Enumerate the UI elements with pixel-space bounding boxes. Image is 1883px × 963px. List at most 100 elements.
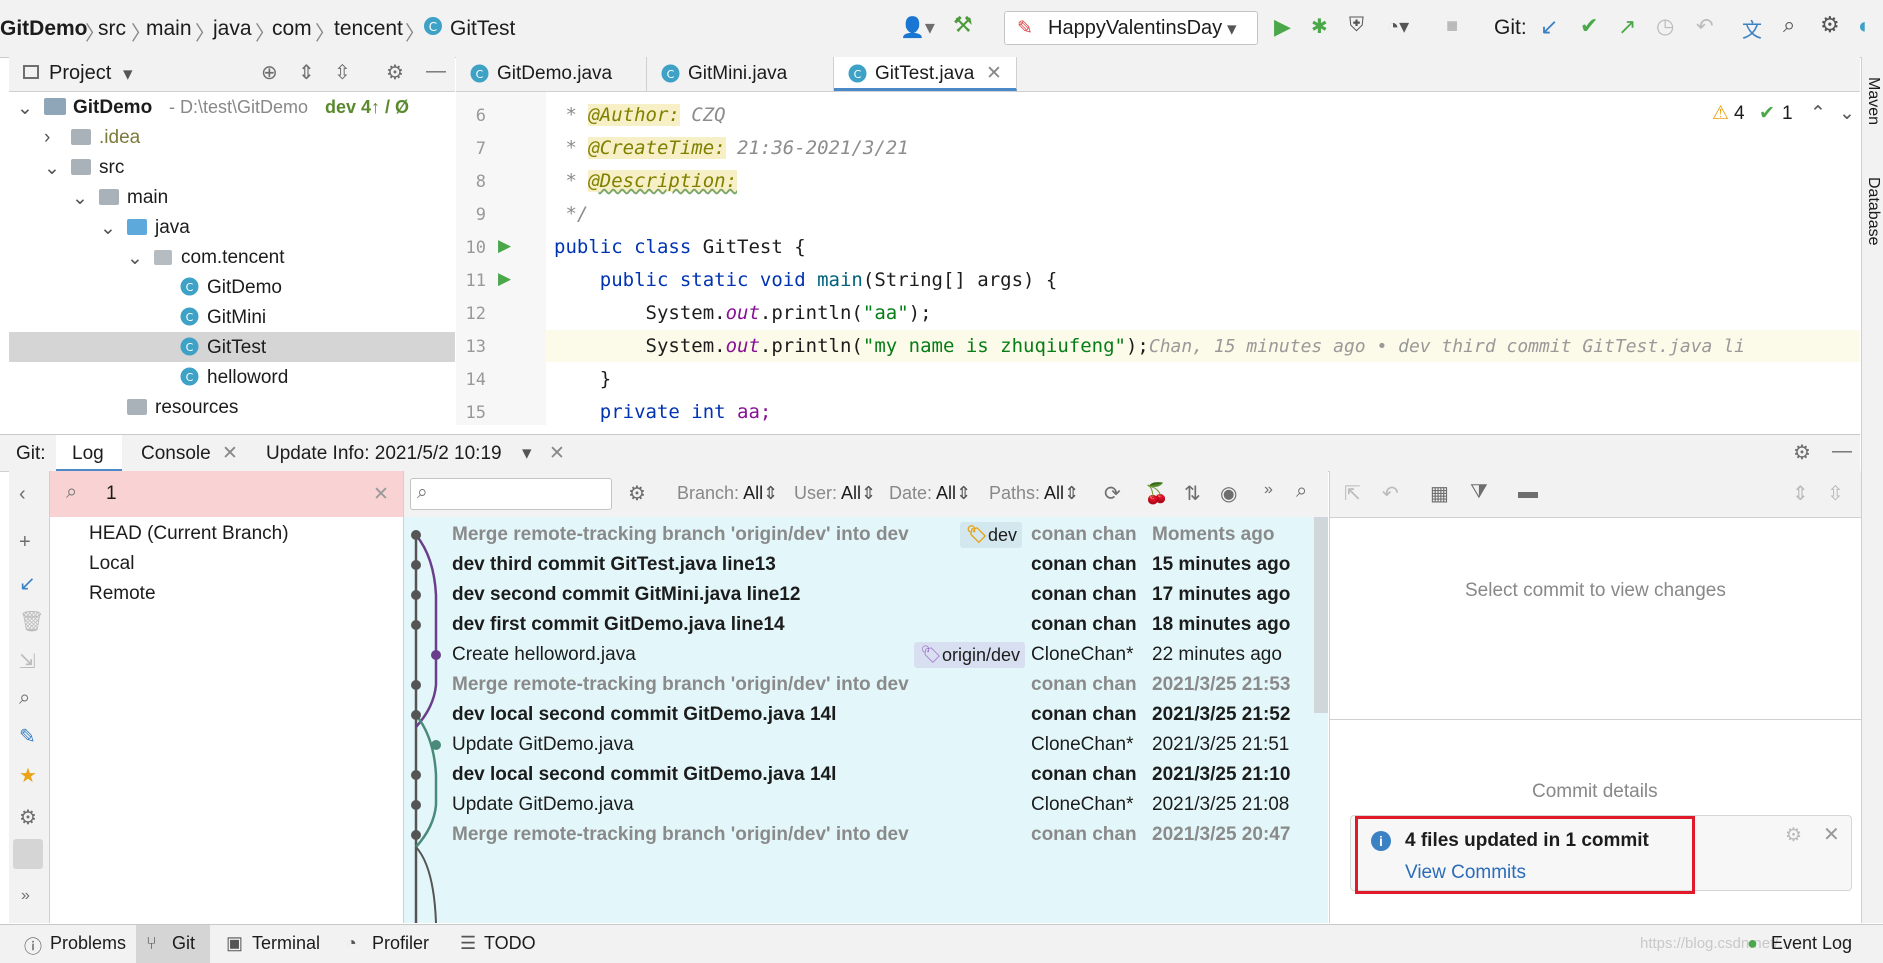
eye-icon[interactable]: ◉ xyxy=(1220,481,1237,506)
close-icon[interactable]: ✕ xyxy=(222,442,238,465)
back-arrow-icon[interactable]: ‹ xyxy=(19,483,26,506)
view-commits-link[interactable]: View Commits xyxy=(1405,862,1526,884)
close-icon[interactable]: ✕ xyxy=(986,62,1002,85)
breadcrumb-main[interactable]: main xyxy=(146,17,192,41)
expand-all-icon[interactable]: ⇕ xyxy=(298,60,315,85)
next-highlight-icon[interactable]: ⌄ xyxy=(1839,102,1855,125)
expand-all-icon[interactable]: ⇕ xyxy=(1792,481,1809,506)
tree-item-resources[interactable]: resources xyxy=(9,392,455,422)
chevron-down-icon[interactable]: ⌄ xyxy=(127,247,143,270)
tree-item-gitmini[interactable]: C GitMini xyxy=(9,302,455,332)
editor-tab-gittest[interactable]: C GitTest.java ✕ xyxy=(834,57,1017,91)
layout-icon[interactable]: ▬ xyxy=(1518,481,1538,504)
checkout-icon[interactable]: ✎ xyxy=(19,724,36,749)
editor-tab-gitmini[interactable]: C GitMini.java xyxy=(647,57,834,91)
run-gutter-icon[interactable]: ▶ xyxy=(498,269,511,289)
editor-tab-gitdemo[interactable]: C GitDemo.java xyxy=(456,57,647,91)
branch-search-field[interactable]: ⌕ 1 ✕ xyxy=(50,471,403,517)
more-chevron-icon[interactable]: » xyxy=(21,887,30,905)
group-by-icon[interactable]: ▦ xyxy=(1430,481,1449,506)
cherry-pick-icon[interactable]: 🍒 xyxy=(1144,481,1169,506)
delete-trash-icon[interactable]: 🗑 xyxy=(19,609,44,634)
settings-gear-icon[interactable]: ⚙ xyxy=(628,481,646,506)
branches-panel-toggle-icon[interactable] xyxy=(13,839,43,869)
user-icon[interactable]: 👤▾ xyxy=(900,15,935,40)
close-icon[interactable]: ✕ xyxy=(1823,822,1840,847)
refresh-icon[interactable]: ⟳ xyxy=(1104,481,1121,506)
favorite-star-icon[interactable]: ★ xyxy=(19,763,37,788)
locate-target-icon[interactable]: ⊕ xyxy=(261,60,278,85)
hide-panel-icon[interactable]: — xyxy=(426,60,446,83)
project-panel-title[interactable]: Project xyxy=(49,62,111,85)
filter-date[interactable]: Date: All⇕ xyxy=(889,483,971,504)
tree-item-main[interactable]: ⌄ main xyxy=(9,182,455,212)
tab-log[interactable]: Log xyxy=(56,435,122,472)
settings-gear-icon[interactable]: ⚙ xyxy=(1785,824,1802,847)
filter-user[interactable]: User: All⇕ xyxy=(794,483,876,504)
settings-gear-icon[interactable]: ⚙ xyxy=(386,60,404,85)
tree-item-gittest[interactable]: C GitTest xyxy=(9,332,455,362)
add-icon[interactable]: + xyxy=(19,531,31,554)
build-hammer-icon[interactable]: ⚒ xyxy=(953,12,973,38)
update-arrow-icon[interactable]: ↙ xyxy=(19,571,36,596)
settings-gear-icon[interactable]: ⚙ xyxy=(1820,12,1840,38)
chevron-down-icon[interactable]: ⌄ xyxy=(17,97,33,120)
filter-paths[interactable]: Paths: All⇕ xyxy=(989,483,1079,504)
profile-icon[interactable]: ◔▾ xyxy=(1387,14,1409,39)
more-chevron-icon[interactable]: » xyxy=(1264,481,1273,499)
revert-icon[interactable]: ↶ xyxy=(1382,481,1399,506)
breadcrumb-tencent[interactable]: tencent xyxy=(334,17,403,41)
chevron-down-icon[interactable]: ⌄ xyxy=(44,157,60,180)
tool-tab-profiler[interactable]: ◔ Profiler xyxy=(344,925,434,963)
git-commit-check-icon[interactable]: ✔ xyxy=(1580,13,1598,39)
run-gutter-icon[interactable]: ▶ xyxy=(498,236,511,256)
tool-tab-terminal[interactable]: ▣ Terminal xyxy=(224,925,324,963)
clear-search-icon[interactable]: ✕ xyxy=(373,483,389,506)
search-icon[interactable]: ⌕ xyxy=(19,687,30,710)
tab-console[interactable]: Console xyxy=(141,443,211,465)
stop-icon[interactable]: ■ xyxy=(1446,15,1458,38)
history-clock-icon[interactable]: ◷ xyxy=(1656,14,1674,39)
run-config-select[interactable]: ✎ HappyValentinsDay ▾ xyxy=(1004,11,1258,45)
prev-highlight-icon[interactable]: ⌃ xyxy=(1810,102,1826,125)
tree-item-idea[interactable]: › .idea xyxy=(9,122,455,152)
run-icon[interactable]: ▶ xyxy=(1274,14,1291,40)
filter-funnel-icon[interactable]: ⧩ xyxy=(1470,481,1488,504)
breadcrumb-src[interactable]: src xyxy=(98,17,126,41)
settings-gear-icon[interactable]: ⚙ xyxy=(1793,440,1811,465)
tool-tab-todo[interactable]: ☰ TODO xyxy=(458,925,538,963)
log-search-input[interactable]: ⌕ xyxy=(410,478,612,510)
collapse-icon[interactable]: ⇱ xyxy=(1344,481,1361,506)
maven-tool-tab[interactable]: Maven xyxy=(1864,77,1882,125)
coverage-shield-icon[interactable]: ⛨ xyxy=(1349,14,1364,37)
translate-icon[interactable]: 文 xyxy=(1742,14,1762,43)
tree-item-gitdemo[interactable]: C GitDemo xyxy=(9,272,455,302)
log-scrollbar[interactable] xyxy=(1314,517,1328,713)
debug-bug-icon[interactable]: ✱ xyxy=(1311,14,1328,39)
rollback-icon[interactable]: ↶ xyxy=(1696,14,1714,39)
close-icon[interactable]: ✕ xyxy=(549,442,565,465)
hide-panel-icon[interactable]: — xyxy=(1832,440,1852,463)
collapse-all-icon[interactable]: ⇳ xyxy=(334,60,351,85)
git-update-icon[interactable]: ↙ xyxy=(1540,14,1558,40)
tool-tab-event-log[interactable]: ● Event Log xyxy=(1745,925,1865,963)
git-push-icon[interactable]: ↗ xyxy=(1618,14,1636,40)
commit-row[interactable]: Merge remote-tracking branch 'origin/dev… xyxy=(404,817,1310,853)
branch-item-remote[interactable]: Remote xyxy=(89,583,156,605)
settings-gear-icon[interactable]: ⚙ xyxy=(19,805,37,830)
collapse-all-icon[interactable]: ⇳ xyxy=(1827,481,1844,506)
tool-tab-problems[interactable]: ⓘ Problems xyxy=(20,925,132,963)
sort-arrows-icon[interactable]: ⇅ xyxy=(1184,481,1201,506)
plugin-icon[interactable]: ◐ xyxy=(1858,13,1871,39)
tree-item-src[interactable]: ⌄ src xyxy=(9,152,455,182)
breadcrumb-com[interactable]: com xyxy=(272,17,312,41)
branch-item-head[interactable]: HEAD (Current Branch) xyxy=(89,523,289,545)
tree-root-gitdemo[interactable]: ⌄ GitDemo - D:\test\GitDemo dev 4↑ / Ø xyxy=(9,92,455,122)
tab-update-info[interactable]: Update Info: 2021/5/2 10:19 xyxy=(266,443,502,465)
breadcrumb-project[interactable]: GitDemo xyxy=(0,17,88,41)
merge-icon[interactable]: ⇲ xyxy=(19,649,36,674)
search-icon[interactable]: ⌕ xyxy=(1296,480,1307,503)
chevron-down-icon[interactable]: ⌄ xyxy=(100,217,116,240)
filter-branch[interactable]: Branch: All⇕ xyxy=(677,483,778,504)
breadcrumb-gittest[interactable]: GitTest xyxy=(450,17,515,41)
